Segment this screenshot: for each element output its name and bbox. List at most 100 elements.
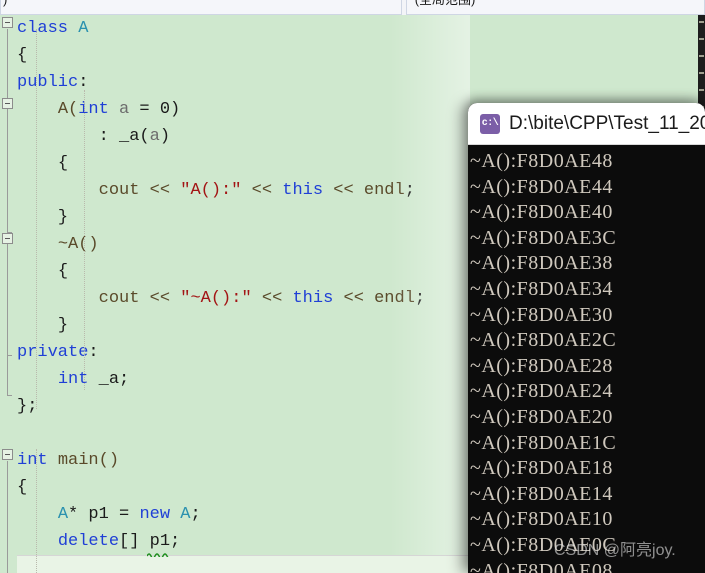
fold-constructor[interactable] — [2, 98, 13, 109]
code-token: "~A():" — [180, 289, 252, 308]
console-output-line: ~A():F8D0AE2C — [470, 329, 617, 352]
code-token: endl — [363, 181, 405, 200]
console-output-line: ~A():F8D0AE3C — [470, 226, 617, 249]
scrollbar-map-mark — [699, 72, 704, 74]
console-output-line: ~A():F8D0AE44 — [470, 175, 613, 198]
code-token: } — [57, 208, 69, 227]
fold-guide-tick — [7, 355, 12, 356]
code-token: << — [251, 289, 293, 308]
code-token: A — [78, 19, 89, 38]
code-token: main() — [57, 451, 120, 470]
code-line: public: — [17, 69, 705, 96]
code-token: ; — [190, 505, 201, 524]
scrollbar-map-mark — [699, 38, 704, 40]
fold-main[interactable] — [2, 449, 13, 460]
console-output-line: ~A():F8D0AE10 — [470, 508, 613, 531]
code-token: this — [282, 181, 324, 200]
code-token: public — [17, 73, 79, 92]
code-token: { — [57, 154, 69, 173]
code-token: class — [17, 19, 79, 38]
fold-destructor[interactable] — [2, 233, 13, 244]
code-token: A — [180, 505, 191, 524]
fold-guide-line — [7, 112, 8, 232]
code-token: private — [17, 343, 89, 362]
indent-guide — [36, 449, 38, 573]
console-output-line: ~A():F8D0AE0C — [470, 533, 617, 556]
code-token: << — [241, 181, 283, 200]
fold-guide-line — [7, 247, 8, 355]
code-token: a — [149, 127, 160, 146]
code-token: _a; — [88, 370, 130, 389]
code-token: ~A() — [57, 235, 99, 254]
console-output-line: ~A():F8D0AE20 — [470, 405, 613, 428]
code-token: : _a( — [98, 127, 150, 146]
indent-guide — [36, 29, 38, 409]
console-output-line: ~A():F8D0AE08 — [470, 559, 613, 573]
code-token: : — [88, 343, 99, 362]
console-output-line: ~A():F8D0AE28 — [470, 354, 613, 377]
console-output-line: ~A():F8D0AE40 — [470, 201, 613, 224]
code-folding-margin[interactable] — [0, 15, 17, 573]
code-token: cout — [98, 181, 140, 200]
editor-navigation-bar: ) (全局范围) — [0, 0, 705, 16]
code-line: class A — [17, 15, 705, 42]
command-prompt-icon: c:\ — [480, 113, 500, 134]
code-token: A — [57, 505, 69, 524]
console-output-line: ~A():F8D0AE34 — [470, 277, 613, 300]
scrollbar-map-mark — [699, 89, 704, 91]
code-token: << — [139, 289, 181, 308]
code-token: ; — [404, 181, 415, 200]
code-token: * p1 = — [68, 505, 140, 524]
scrollbar-map-mark — [699, 21, 704, 23]
code-token: << — [323, 181, 364, 200]
console-output-line: ~A():F8D0AE48 — [470, 150, 613, 172]
console-title-bar[interactable]: c:\ D:\bite\CPP\Test_11_20 — [468, 103, 705, 145]
console-output: ~A():F8D0AE48 ~A():F8D0AE44 ~A():F8D0AE40 ~… — [468, 145, 705, 573]
global-scope-dropdown-value: (全局范围) — [407, 0, 476, 6]
code-token: ; — [414, 289, 426, 308]
code-token: "A():" — [180, 181, 242, 200]
code-token: }; — [17, 397, 38, 416]
code-token: int — [17, 451, 48, 470]
code-token: 0) — [159, 100, 181, 119]
scope-member-dropdown-value: ) — [1, 0, 7, 6]
command-prompt-icon-label: c:\ — [481, 118, 499, 129]
console-output-line: ~A():F8D0AE18 — [470, 457, 613, 480]
code-token: { — [57, 262, 69, 281]
code-token: ) — [159, 127, 171, 146]
global-scope-dropdown[interactable]: (全局范围) — [405, 0, 705, 15]
code-token: [] p1; — [119, 532, 181, 551]
code-token: cout — [98, 289, 140, 308]
console-output-line: ~A():F8D0AE30 — [470, 303, 613, 326]
code-token: { — [17, 478, 28, 497]
console-output-line: ~A():F8D0AE1C — [470, 431, 617, 454]
fold-guide-line — [7, 461, 8, 573]
indent-guide — [84, 90, 86, 390]
fold-guide-tick — [7, 395, 12, 396]
code-token: this — [292, 289, 334, 308]
code-token: << — [139, 181, 181, 200]
console-output-line: ~A():F8D0AE38 — [470, 252, 613, 275]
error-squiggle-icon — [147, 552, 169, 557]
code-token: A( — [57, 100, 79, 119]
console-title: D:\bite\CPP\Test_11_20 — [509, 112, 705, 134]
code-token: new — [139, 505, 171, 524]
code-line: { — [17, 42, 705, 69]
console-output-line: ~A():F8D0AE24 — [470, 380, 613, 403]
code-token: } — [57, 316, 69, 335]
code-token: = — [129, 100, 160, 119]
console-window[interactable]: c:\ D:\bite\CPP\Test_11_20 ~A():F8D0AE48… — [468, 103, 705, 573]
code-token: int — [78, 100, 109, 119]
scope-member-dropdown[interactable]: ) — [0, 0, 402, 15]
scrollbar-map-mark — [699, 55, 704, 57]
code-token: << — [333, 289, 375, 308]
code-token: a — [119, 100, 130, 119]
code-token: endl — [374, 289, 415, 308]
fold-class-A[interactable] — [2, 17, 13, 28]
